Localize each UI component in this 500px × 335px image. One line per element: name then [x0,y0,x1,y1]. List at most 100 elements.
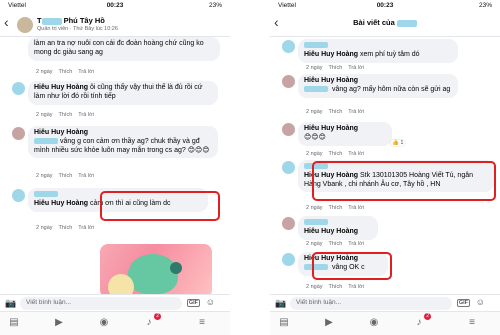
gif-button[interactable]: GIF [456,299,470,307]
avatar[interactable] [282,123,295,136]
like-link[interactable]: Thích [329,241,343,247]
comment-bubble[interactable]: Hiêu Huy Hoàng 😊😊😊 [298,122,392,146]
comment-composer: 📷 Viết bình luận... GIF ☺ [270,294,500,311]
comment-actions: 2 ngày Thích Trả lời [306,65,364,71]
seed-shape [170,262,182,274]
comment-bubble[interactable]: Hiêu Huy Hoàng vâng ag? mấy hôm nữa còn … [298,74,458,98]
mention[interactable]: Hiêu Huy Hoàng [34,84,88,91]
battery-level: 23% [208,2,222,9]
photo-attachment[interactable] [100,244,212,294]
reply-link[interactable]: Trả lời [78,225,94,231]
reply-link[interactable]: Trả lời [78,112,94,118]
comment-actions: 2 ngày Thích Trả lời [306,151,364,157]
menu-icon[interactable]: ≡ [465,317,479,329]
camera-icon[interactable]: 📷 [275,298,286,309]
bottom-tab-bar: ▤ ▶ ◉ ♪ 2 ≡ [0,311,230,335]
blurred-name [304,85,328,92]
comment-actions: 2 ngày Thích Trả lời [36,225,94,231]
camera-icon[interactable]: 📷 [5,298,16,309]
home-icon[interactable]: ▤ [277,317,291,329]
post-header: ‹ T Phú Tây Hồ Quản trị viên · Thứ Bảy lú… [0,11,230,37]
avatar[interactable] [282,75,295,88]
emoji-icon[interactable]: ☺ [206,297,215,307]
like-link[interactable]: Thích [329,284,343,290]
emoji-icon[interactable]: ☺ [476,297,485,307]
notifications-icon[interactable]: ♪ 2 [142,313,161,329]
menu-icon[interactable]: ≡ [195,317,209,329]
reply-link[interactable]: Trả lời [348,109,364,115]
notifications-icon[interactable]: ♪ 2 [412,313,431,329]
reply-link[interactable]: Trả lời [78,173,94,179]
comment-input[interactable]: Viết bình luận... [290,297,452,310]
clock: 00:23 [106,2,124,9]
leaf-shape [128,254,178,294]
comment-author[interactable]: Hiêu Huy Hoàng [304,77,452,86]
comment-actions: 2 ngày Thích Trả lời [306,205,364,211]
blurred-name [304,42,328,49]
comment-input[interactable]: Viết bình luận... [20,297,182,310]
like-link[interactable]: Thích [59,112,73,118]
mention[interactable]: Hiêu Huy Hoàng [34,200,88,207]
comment-actions: 2 ngày Thích Trả lời [36,173,94,179]
like-link[interactable]: Thích [329,109,343,115]
page-title: Bài viết của [270,18,500,27]
comment-bubble[interactable]: làm an tra nợ nuôi con cái đc đoàn hoàng… [28,37,220,61]
reply-link[interactable]: Trả lời [348,205,364,211]
page-title[interactable]: T Phú Tây Hồ [37,16,105,25]
mention[interactable]: Hiêu Huy Hoàng [304,51,358,58]
profile-icon[interactable]: ◉ [97,317,111,329]
profile-icon[interactable]: ◉ [367,317,381,329]
like-reaction-count[interactable]: 👍 1 [390,140,406,146]
fruit-shape [108,274,134,294]
blurred-name [304,219,328,226]
like-link[interactable]: Thích [59,69,73,75]
reply-link[interactable]: Trả lời [348,284,364,290]
comment-actions: 2 ngày Thích Trả lời [36,112,94,118]
blurred-name [41,17,62,25]
video-icon[interactable]: ▶ [52,317,66,329]
reply-link[interactable]: Trả lời [348,65,364,71]
clock: 00:23 [376,2,394,9]
highlight-box [312,161,496,201]
avatar[interactable] [12,189,25,202]
avatar[interactable] [17,17,33,33]
comment-author[interactable]: Hiêu Huy Hoàng [304,125,386,134]
blurred-name [34,191,58,198]
comment-actions: 2 ngày Thích Trả lời [306,284,364,290]
left-screenshot: Viettel 00:23 23% ‹ T Phú Tây Hồ Quản trị… [0,0,230,335]
avatar[interactable] [12,82,25,95]
comment-actions: 2 ngày Thích Trả lời [306,109,364,115]
gif-button[interactable]: GIF [186,299,200,307]
post-subtitle: Quản trị viên · Thứ Bảy lúc 10:26 [37,26,118,32]
notification-badge: 2 [154,313,161,320]
avatar[interactable] [282,253,295,266]
home-icon[interactable]: ▤ [7,317,21,329]
bottom-tab-bar: ▤ ▶ ◉ ♪ 2 ≡ [270,311,500,335]
reply-link[interactable]: Trả lời [78,69,94,75]
like-link[interactable]: Thích [59,225,73,231]
comment-author[interactable]: Hiêu Huy Hoàng [34,129,212,138]
battery-level: 23% [478,2,492,9]
like-link[interactable]: Thích [329,65,343,71]
highlight-box [100,191,220,221]
reply-link[interactable]: Trả lời [348,151,364,157]
like-link[interactable]: Thích [59,173,73,179]
avatar[interactable] [282,40,295,53]
comment-composer: 📷 Viết bình luận... GIF ☺ [0,294,230,311]
back-icon[interactable]: ‹ [4,14,9,30]
reply-link[interactable]: Trả lời [348,241,364,247]
video-icon[interactable]: ▶ [322,317,336,329]
avatar[interactable] [12,127,25,140]
notification-badge: 2 [424,313,431,320]
blurred-name [396,19,417,27]
comment-bubble[interactable]: Hiêu Huy Hoàng xem phí tuỳ tâm dó [298,39,458,63]
avatar[interactable] [282,217,295,230]
comment-author[interactable]: Hiêu Huy Hoàng [304,228,358,235]
comment-bubble[interactable]: Hiêu Huy Hoàng vâng g con cảm ơn thầy ag… [28,126,218,159]
comment-bubble[interactable]: Hiêu Huy Hoàng [298,216,378,240]
avatar[interactable] [282,161,295,174]
like-link[interactable]: Thích [329,205,343,211]
status-bar: Viettel 00:23 23% [0,0,230,11]
comment-bubble[interactable]: Hiêu Huy Hoàng ôi cũng thấy vậy thui thế… [28,81,218,105]
like-link[interactable]: Thích [329,151,343,157]
